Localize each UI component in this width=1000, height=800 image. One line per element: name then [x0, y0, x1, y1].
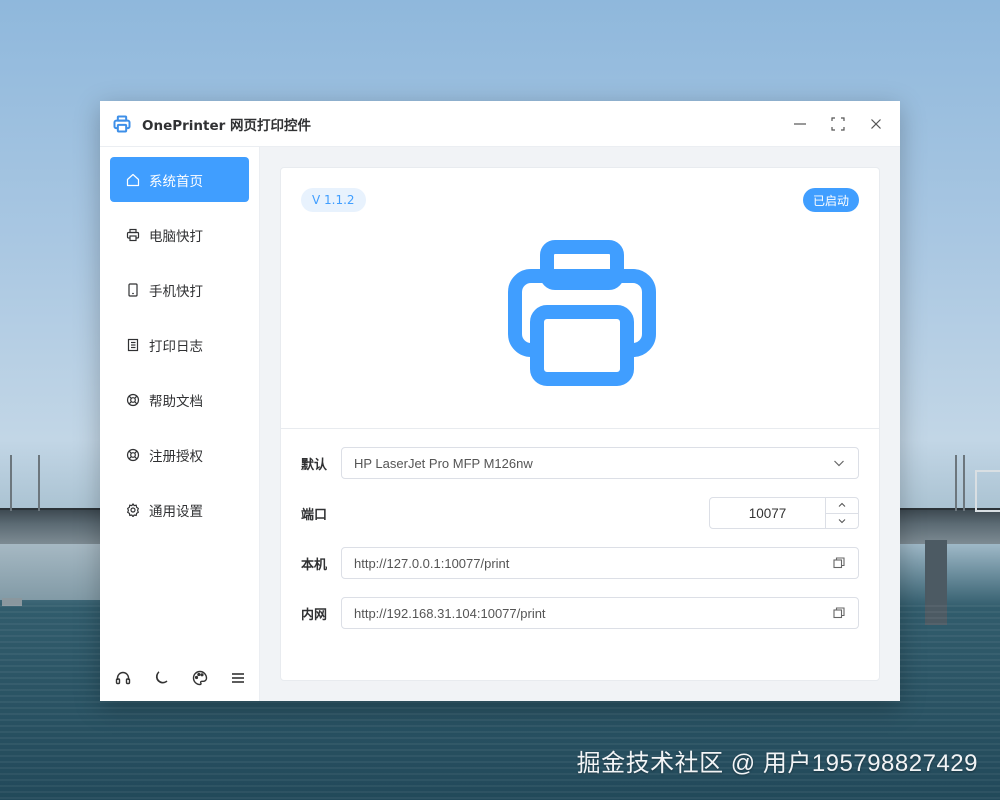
title-bar[interactable]: OnePrinter 网页打印控件 — [100, 101, 900, 147]
port-label: 端口 — [301, 507, 328, 523]
local-url-field[interactable]: http://127.0.0.1:10077/print — [341, 547, 859, 579]
default-printer-select[interactable]: HP LaserJet Pro MFP M126nw — [341, 447, 859, 479]
default-printer-row: 默认 HP LaserJet Pro MFP M126nw — [301, 447, 859, 479]
sidebar-item-label: 帮助文档 — [149, 393, 203, 410]
home-icon — [126, 173, 140, 187]
app-window: OnePrinter 网页打印控件 系统首页 电脑快打 手机快打 打印日志 帮助… — [100, 101, 900, 701]
bridge-tower — [975, 470, 1000, 512]
street-lamp — [10, 455, 12, 511]
headset-icon[interactable] — [114, 669, 132, 687]
port-input[interactable]: 10077 — [710, 498, 825, 528]
sidebar-item-label: 电脑快打 — [149, 228, 203, 245]
watermark: 掘金技术社区 @ 用户195798827429 — [576, 750, 978, 777]
chevron-down-icon — [832, 456, 846, 470]
sidebar-item-label: 打印日志 — [149, 338, 203, 355]
version-badge: V 1.1.2 — [301, 188, 366, 212]
copy-icon[interactable] — [832, 606, 846, 620]
mobile-icon — [126, 282, 140, 297]
sidebar-item-settings[interactable]: 通用设置 — [110, 487, 249, 532]
background-city — [0, 540, 110, 600]
stepper-arrows — [825, 498, 858, 528]
lan-url-row: 内网 http://192.168.31.104:10077/print — [301, 597, 859, 629]
status-card: V 1.1.2 已启动 默认 HP LaserJet Pro MFP M126n… — [280, 167, 880, 681]
sidebar-item-license[interactable]: 注册授权 — [110, 432, 249, 477]
status-badge: 已启动 — [802, 188, 859, 212]
gear-icon — [126, 502, 140, 517]
sidebar-item-label: 系统首页 — [149, 173, 203, 190]
close-icon[interactable] — [864, 112, 888, 136]
settings-form: 默认 HP LaserJet Pro MFP M126nw 端口 10077 本… — [281, 429, 879, 647]
card-header: V 1.1.2 已启动 — [281, 168, 879, 429]
sidebar-item-label: 手机快打 — [149, 283, 203, 300]
chevron-down-icon[interactable] — [826, 512, 858, 529]
minimize-icon[interactable] — [788, 112, 812, 136]
main-panel: V 1.1.2 已启动 默认 HP LaserJet Pro MFP M126n… — [260, 147, 900, 701]
palette-icon[interactable] — [191, 669, 209, 687]
street-lamp — [38, 455, 40, 511]
app-title: OnePrinter 网页打印控件 — [142, 117, 312, 134]
street-lamp — [955, 455, 957, 511]
sidebar-item-label: 注册授权 — [149, 448, 203, 465]
sidebar-item-print-log[interactable]: 打印日志 — [110, 322, 249, 367]
help-buoy-icon — [126, 393, 140, 407]
sidebar-item-help-docs[interactable]: 帮助文档 — [110, 377, 249, 422]
local-url-value: http://127.0.0.1:10077/print — [354, 555, 510, 571]
local-url-row: 本机 http://127.0.0.1:10077/print — [301, 547, 859, 579]
port-stepper[interactable]: 10077 — [709, 497, 859, 529]
sidebar-item-pc-print[interactable]: 电脑快打 — [110, 212, 249, 257]
lan-url-value: http://192.168.31.104:10077/print — [354, 605, 546, 621]
license-buoy-icon — [126, 448, 140, 462]
fullscreen-icon[interactable] — [826, 112, 850, 136]
window-content: 系统首页 电脑快打 手机快打 打印日志 帮助文档 注册授权 通用设置 V 1.1… — [100, 147, 900, 701]
menu-icon[interactable] — [229, 669, 247, 687]
lan-url-label: 内网 — [301, 607, 328, 623]
chevron-up-icon[interactable] — [826, 498, 858, 513]
sidebar-item-home[interactable]: 系统首页 — [110, 157, 249, 202]
lan-url-field[interactable]: http://192.168.31.104:10077/print — [341, 597, 859, 629]
sidebar: 系统首页 电脑快打 手机快打 打印日志 帮助文档 注册授权 通用设置 — [100, 147, 260, 701]
printer-icon — [126, 228, 140, 242]
port-row: 端口 10077 — [301, 497, 859, 529]
local-url-label: 本机 — [301, 557, 328, 573]
document-icon — [126, 338, 140, 352]
default-printer-value: HP LaserJet Pro MFP M126nw — [354, 455, 533, 471]
moon-icon[interactable] — [152, 669, 170, 687]
printer-logo-icon — [112, 114, 132, 134]
street-lamp — [963, 455, 965, 511]
sidebar-item-label: 通用设置 — [149, 503, 203, 520]
default-printer-label: 默认 — [301, 457, 328, 473]
sidebar-nav: 系统首页 电脑快打 手机快打 打印日志 帮助文档 注册授权 通用设置 — [110, 157, 249, 532]
window-controls — [788, 112, 888, 136]
sidebar-footer — [110, 655, 249, 701]
sidebar-item-mobile-print[interactable]: 手机快打 — [110, 267, 249, 312]
large-printer-icon — [508, 240, 656, 386]
copy-icon[interactable] — [832, 556, 846, 570]
